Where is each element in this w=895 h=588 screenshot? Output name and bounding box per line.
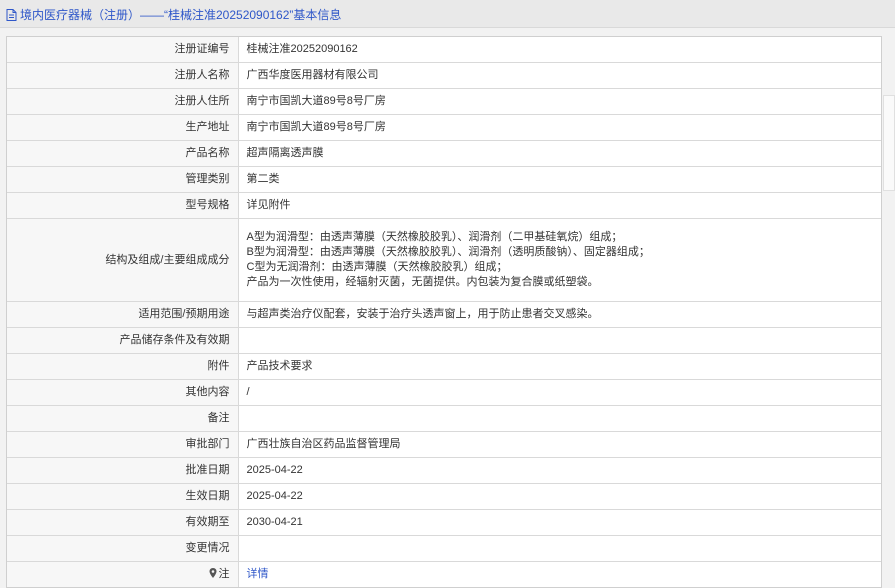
table-row: 型号规格 详见附件 bbox=[7, 192, 881, 219]
page-title-text: 境内医疗器械（注册）——“桂械注准20252090162”基本信息 bbox=[20, 8, 342, 22]
table-row: 批准日期 2025-04-22 bbox=[7, 457, 881, 484]
field-label: 产品名称 bbox=[7, 140, 239, 167]
table-row: 备注 bbox=[7, 405, 881, 432]
field-label: 附件 bbox=[7, 353, 239, 380]
info-table: 注册证编号 桂械注准20252090162 注册人名称 广西华度医用器材有限公司… bbox=[6, 36, 882, 588]
field-label: 其他内容 bbox=[7, 379, 239, 406]
field-value: 与超声类治疗仪配套，安装于治疗头透声窗上，用于防止患者交叉感染。 bbox=[238, 301, 881, 328]
field-label: 生效日期 bbox=[7, 483, 239, 510]
field-value: 2030-04-21 bbox=[238, 509, 881, 536]
composition-line: B型为润滑型：由透声薄膜（天然橡胶胶乳）、润滑剂（透明质酸钠）、固定器组成； bbox=[246, 246, 650, 258]
table-row: 有效期至 2030-04-21 bbox=[7, 509, 881, 536]
table-row: 管理类别 第二类 bbox=[7, 166, 881, 193]
table-row: 附件 产品技术要求 bbox=[7, 353, 881, 380]
table-row: 注册人住所 南宁市国凯大道89号8号厂房 bbox=[7, 88, 881, 115]
field-label: 有效期至 bbox=[7, 509, 239, 536]
table-row: 变更情况 bbox=[7, 535, 881, 562]
table-row: 其他内容 / bbox=[7, 379, 881, 406]
table-row: 产品名称 超声隔离透声膜 bbox=[7, 140, 881, 167]
composition-line: 产品为一次性使用，经辐射灭菌，无菌提供。内包装为复合膜或纸塑袋。 bbox=[246, 276, 599, 288]
field-label: 变更情况 bbox=[7, 535, 239, 562]
field-value bbox=[238, 535, 881, 562]
field-value: 2025-04-22 bbox=[238, 457, 881, 484]
table-row: 生产地址 南宁市国凯大道89号8号厂房 bbox=[7, 114, 881, 141]
table-row: 注 详情 bbox=[7, 561, 881, 587]
field-label: 注册人名称 bbox=[7, 62, 239, 89]
field-value-multiline: A型为润滑型：由透声薄膜（天然橡胶胶乳）、润滑剂（二甲基硅氧烷）组成； B型为润… bbox=[238, 218, 881, 302]
table-row: 产品储存条件及有效期 bbox=[7, 327, 881, 354]
scrollbar[interactable] bbox=[883, 95, 895, 191]
location-pin-icon bbox=[209, 568, 216, 578]
field-value bbox=[238, 405, 881, 432]
field-value: 2025-04-22 bbox=[238, 483, 881, 510]
details-link[interactable]: 详情 bbox=[247, 568, 269, 580]
table-row: 适用范围/预期用途 与超声类治疗仪配套，安装于治疗头透声窗上，用于防止患者交叉感… bbox=[7, 301, 881, 328]
document-icon bbox=[6, 8, 17, 21]
field-value: 广西华度医用器材有限公司 bbox=[238, 62, 881, 89]
page-title: 境内医疗器械（注册）——“桂械注准20252090162”基本信息 bbox=[6, 6, 341, 23]
field-label: 注册人住所 bbox=[7, 88, 239, 115]
field-value: 第二类 bbox=[238, 166, 881, 193]
field-label: 生产地址 bbox=[7, 114, 239, 141]
field-label: 结构及组成/主要组成成分 bbox=[7, 218, 239, 302]
field-value bbox=[238, 327, 881, 354]
field-value: 产品技术要求 bbox=[238, 353, 881, 380]
field-label: 适用范围/预期用途 bbox=[7, 301, 239, 328]
field-label: 审批部门 bbox=[7, 431, 239, 458]
field-value: / bbox=[238, 379, 881, 406]
table-row: 审批部门 广西壮族自治区药品监督管理局 bbox=[7, 431, 881, 458]
table-row: 注册证编号 桂械注准20252090162 bbox=[7, 37, 881, 63]
field-label: 产品储存条件及有效期 bbox=[7, 327, 239, 354]
field-value: 超声隔离透声膜 bbox=[238, 140, 881, 167]
field-label: 注册证编号 bbox=[7, 37, 239, 63]
field-label: 管理类别 bbox=[7, 166, 239, 193]
note-label-text: 注 bbox=[218, 568, 230, 580]
field-label: 型号规格 bbox=[7, 192, 239, 219]
field-label: 批准日期 bbox=[7, 457, 239, 484]
field-label: 备注 bbox=[7, 405, 239, 432]
table-row: 生效日期 2025-04-22 bbox=[7, 483, 881, 510]
field-value: 南宁市国凯大道89号8号厂房 bbox=[238, 88, 881, 115]
field-value: 桂械注准20252090162 bbox=[246, 43, 358, 55]
composition-line: A型为润滑型：由透声薄膜（天然橡胶胶乳）、润滑剂（二甲基硅氧烷）组成； bbox=[246, 231, 623, 243]
field-value: 南宁市国凯大道89号8号厂房 bbox=[238, 114, 881, 141]
field-value: 广西壮族自治区药品监督管理局 bbox=[238, 431, 881, 458]
table-row: 结构及组成/主要组成成分 A型为润滑型：由透声薄膜（天然橡胶胶乳）、润滑剂（二甲… bbox=[7, 218, 881, 302]
table-row: 注册人名称 广西华度医用器材有限公司 bbox=[7, 62, 881, 89]
field-value: 详情 bbox=[238, 561, 881, 587]
field-value: 详见附件 bbox=[238, 192, 881, 219]
composition-line: C型为无润滑剂：由透声薄膜（天然橡胶胶乳）组成； bbox=[246, 261, 508, 273]
note-label: 注 bbox=[7, 561, 239, 587]
page-header: 境内医疗器械（注册）——“桂械注准20252090162”基本信息 bbox=[0, 0, 895, 28]
